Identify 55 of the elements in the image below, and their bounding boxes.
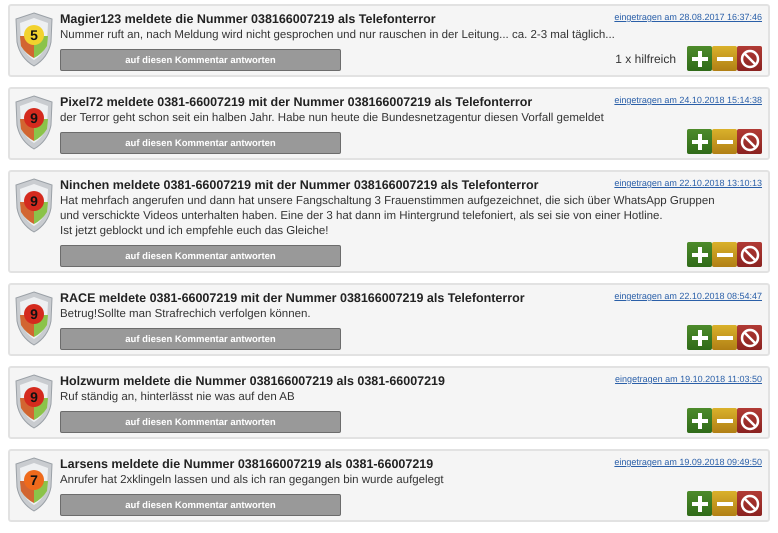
minus-icon bbox=[716, 336, 732, 340]
block-icon bbox=[740, 132, 760, 152]
date-link[interactable]: eingetragen am 28.08.2017 16:37:46 bbox=[614, 12, 762, 22]
score-shield-icon: 5 bbox=[14, 12, 54, 68]
date-link[interactable]: eingetragen am 19.10.2018 11:03:50 bbox=[615, 374, 762, 384]
block-button[interactable] bbox=[737, 129, 762, 154]
block-button[interactable] bbox=[737, 325, 762, 350]
comment-title: Ninchen meldete 0381-66007219 mit der Nummer 038166007219 als Telefonterror bbox=[60, 178, 538, 193]
plus-icon bbox=[690, 246, 708, 264]
comment-text: Anrufer hat 2xklingeln lassen und als ich ran gegangen bin wurde aufgelegt bbox=[60, 473, 445, 488]
plus-button[interactable] bbox=[687, 491, 712, 516]
plus-button[interactable] bbox=[687, 242, 712, 267]
plus-button[interactable] bbox=[687, 129, 712, 154]
helpful-count: 1 x hilfreich bbox=[615, 52, 676, 66]
comment-text: Nummer ruft an, nach Meldung wird nicht gesprochen und nur rauschen in der Leitung... ca. 2-3 mal täglich... bbox=[60, 28, 616, 43]
score-shield-icon: 9 bbox=[14, 178, 54, 234]
plus-icon bbox=[690, 494, 708, 512]
comment-text: Hat mehrfach angerufen und dann hat unsere Fangschaltung 3 Frauenstimmen aufgezeichnet, die sich über WhatsApp Gruppen und verschickte Videos unterhalten haben. Eine der 3 hat dann im Hintergrund telefoniert, als sei sie von einer Hotline. Ist jetzt geblockt und ich empfehle euch das Gleiche! bbox=[60, 194, 716, 239]
plus-icon bbox=[690, 50, 708, 68]
comment-title: Pixel72 meldete 0381-66007219 mit der Nummer 038166007219 als Telefonterror bbox=[60, 95, 532, 110]
plus-button[interactable] bbox=[687, 46, 712, 71]
block-icon bbox=[740, 244, 760, 264]
comment-text: der Terror geht schon seit ein halben Jahr. Habe nun heute die Bundesnetzagentur diesen Vorfall gemeldet bbox=[60, 111, 605, 126]
minus-icon bbox=[716, 252, 732, 256]
plus-button[interactable] bbox=[687, 408, 712, 433]
block-icon bbox=[740, 494, 760, 514]
score-shield-icon: 9 bbox=[14, 95, 54, 151]
minus-icon bbox=[716, 502, 732, 506]
block-button[interactable] bbox=[737, 46, 762, 71]
minus-icon bbox=[716, 140, 732, 144]
block-icon bbox=[740, 48, 760, 68]
score-shield-icon: 9 bbox=[14, 374, 54, 430]
minus-icon bbox=[716, 56, 732, 60]
comment-title: Holzwurm meldete die Nummer 038166007219 als 0381-66007219 bbox=[60, 374, 445, 389]
plus-button[interactable] bbox=[687, 325, 712, 350]
comment-text: Betrug!Sollte man Strafrechich verfolgen können. bbox=[60, 307, 312, 322]
plus-icon bbox=[690, 328, 708, 346]
block-icon bbox=[740, 410, 760, 430]
date-link[interactable]: eingetragen am 22.10.2018 13:10:13 bbox=[614, 178, 762, 188]
comment-text: Ruf ständig an, hinterlässt nie was auf den AB bbox=[60, 390, 296, 405]
plus-icon bbox=[690, 132, 708, 150]
date-link[interactable]: eingetragen am 24.10.2018 15:14:38 bbox=[614, 95, 762, 105]
comment-title: RACE meldete 0381-66007219 mit der Nummer 038166007219 als Telefonterror bbox=[60, 291, 525, 306]
comment-title: Larsens meldete die Nummer 038166007219 als 0381-66007219 bbox=[60, 457, 434, 472]
date-link[interactable]: eingetragen am 22.10.2018 08:54:47 bbox=[614, 291, 762, 301]
plus-icon bbox=[690, 412, 708, 430]
minus-icon bbox=[716, 418, 732, 422]
date-link[interactable]: eingetragen am 19.09.2018 09:49:50 bbox=[614, 457, 762, 467]
score-shield-icon: 7 bbox=[14, 457, 54, 513]
block-button[interactable] bbox=[737, 242, 762, 267]
block-button[interactable] bbox=[737, 408, 762, 433]
score-shield-icon: 9 bbox=[14, 291, 54, 347]
comment-title: Magier123 meldete die Nummer 038166007219 als Telefonterror bbox=[60, 12, 436, 27]
block-icon bbox=[740, 328, 760, 348]
block-button[interactable] bbox=[737, 491, 762, 516]
